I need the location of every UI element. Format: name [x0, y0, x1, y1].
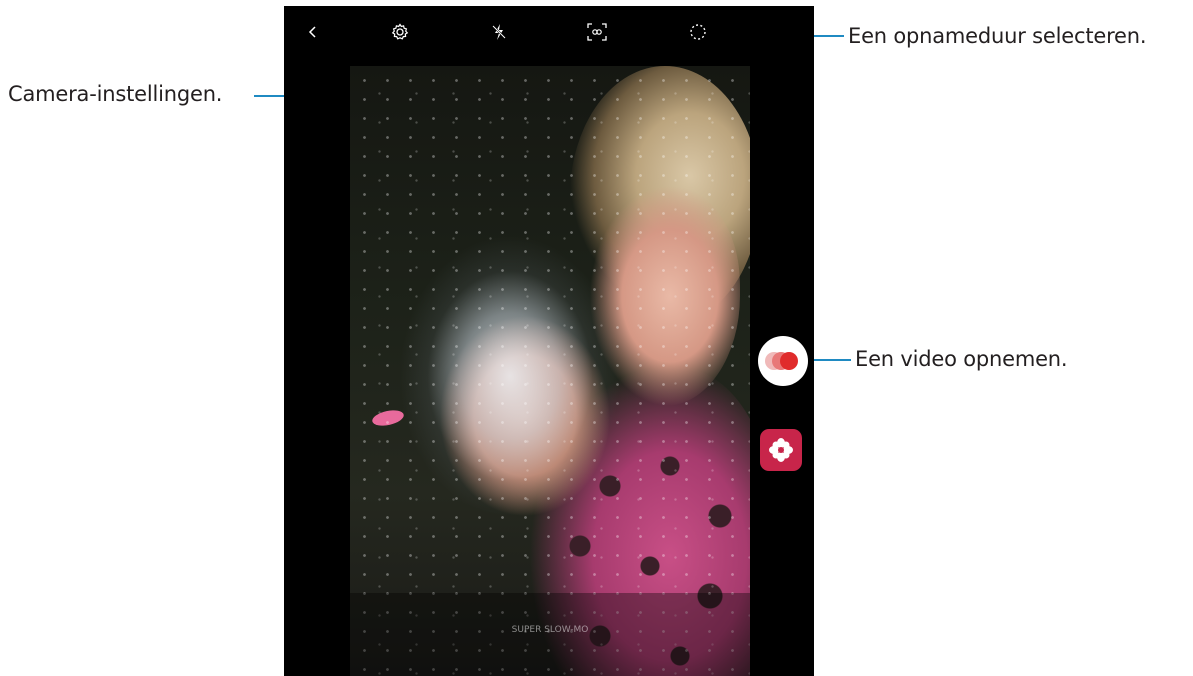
camera-screen: SUPER SLOW-MO: [284, 6, 814, 676]
back-icon[interactable]: [301, 20, 325, 44]
callout-camera-settings: Camera-instellingen.: [8, 82, 223, 106]
record-dot-main: [780, 352, 798, 370]
mode-bar: SUPER SLOW-MO: [350, 593, 750, 676]
flower-icon: [769, 438, 793, 462]
flash-off-icon[interactable]: [487, 20, 511, 44]
water-droplets: [350, 66, 750, 676]
callout-record-video: Een video opnemen.: [855, 347, 1068, 371]
effect-flower-button[interactable]: [760, 429, 802, 471]
mode-label: SUPER SLOW-MO: [511, 625, 589, 635]
duration-icon[interactable]: [686, 20, 710, 44]
record-button[interactable]: [758, 336, 808, 386]
auto-detect-icon[interactable]: [585, 20, 609, 44]
settings-gear-icon[interactable]: [388, 20, 412, 44]
callout-line-record: [808, 359, 851, 361]
viewfinder-preview: [350, 66, 750, 676]
callout-recording-duration: Een opnameduur selecteren.: [848, 24, 1147, 48]
